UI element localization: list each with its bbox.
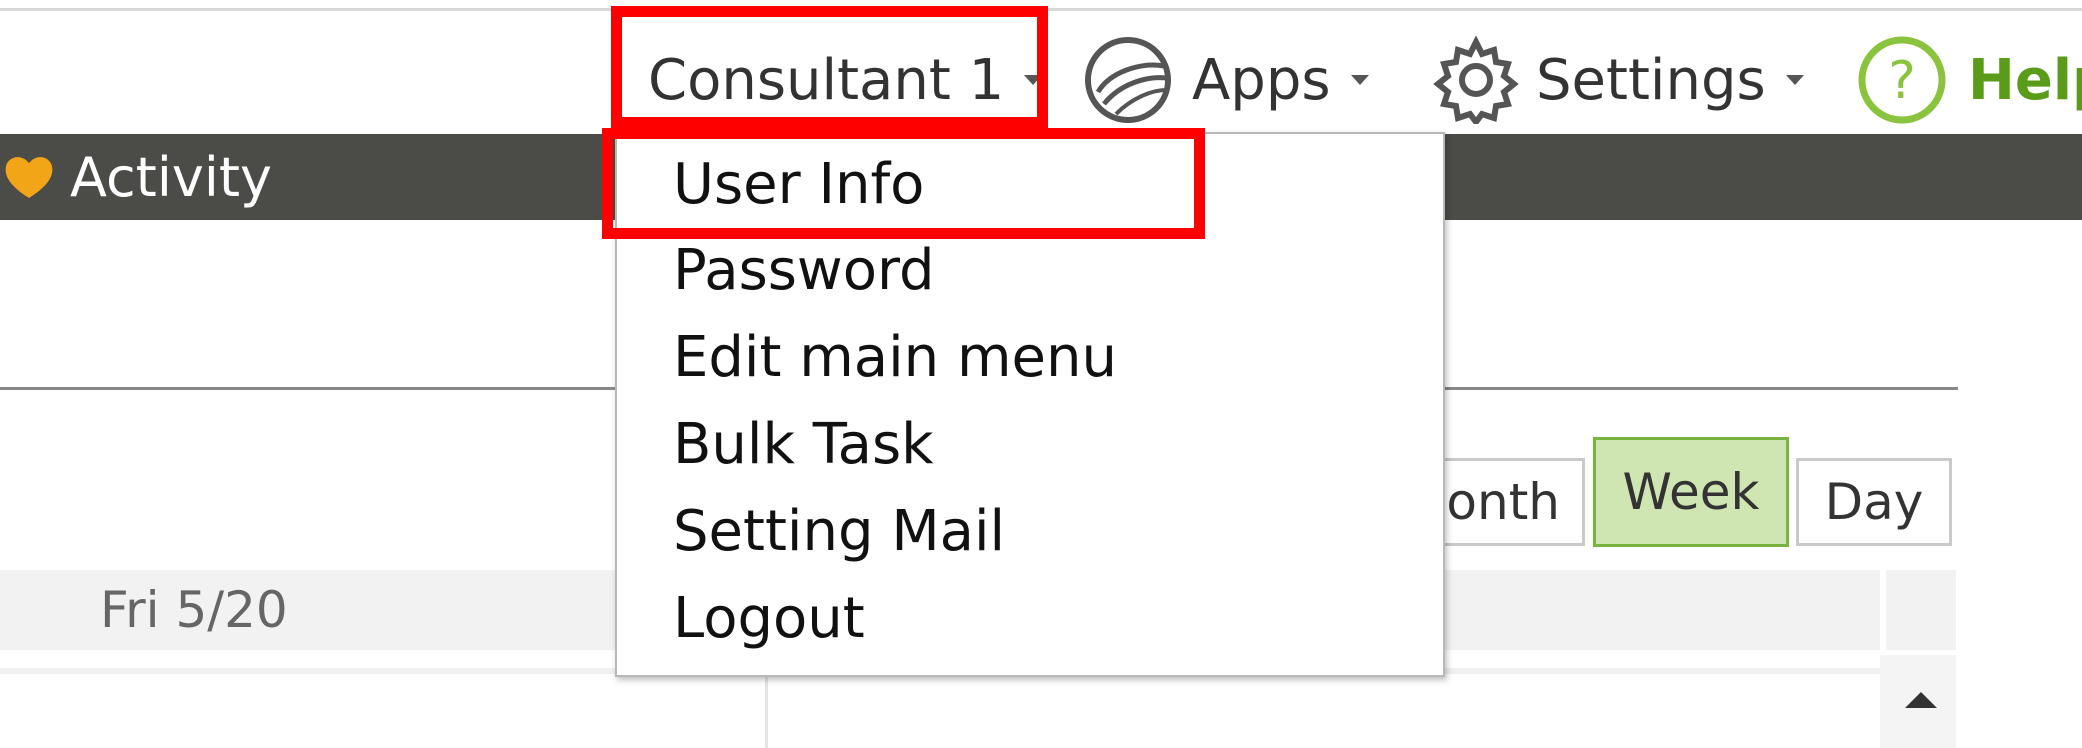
menu-item-label: Bulk Task xyxy=(673,411,934,477)
month-view-label: onth xyxy=(1446,473,1560,531)
day-header-label: Fri 5/20 xyxy=(100,581,288,639)
menu-item-label: Edit main menu xyxy=(673,324,1117,390)
month-view-button[interactable]: onth xyxy=(1440,458,1585,546)
scroll-up-arrow-icon[interactable] xyxy=(1905,692,1937,708)
menu-item-label: Setting Mail xyxy=(673,498,1006,564)
day-view-label: Day xyxy=(1824,473,1924,531)
highlight-box-user-info xyxy=(602,128,1205,239)
week-view-label: Week xyxy=(1622,463,1760,521)
highlight-box-user-menu xyxy=(611,6,1048,128)
apps-label: Apps xyxy=(1192,47,1331,113)
apps-icon xyxy=(1085,37,1171,123)
activity-label: Activity xyxy=(70,145,272,209)
help-icon: ? xyxy=(1858,36,1946,124)
day-view-button[interactable]: Day xyxy=(1796,458,1952,546)
column-divider xyxy=(765,674,768,748)
menu-item-password[interactable]: Password xyxy=(673,230,935,310)
help-button[interactable]: ? Help xyxy=(1856,36,2082,124)
week-view-button[interactable]: Week xyxy=(1593,437,1789,547)
apps-menu-button[interactable]: Apps xyxy=(1080,37,1369,123)
header-spacer xyxy=(1886,570,1956,650)
nav-item-activity[interactable]: Activity xyxy=(70,134,272,220)
help-label: Help xyxy=(1968,47,2082,113)
svg-text:?: ? xyxy=(1888,51,1916,111)
menu-item-label: Logout xyxy=(673,585,865,651)
menu-item-edit-main-menu[interactable]: Edit main menu xyxy=(673,317,1117,397)
menu-item-logout[interactable]: Logout xyxy=(673,578,865,658)
caret-down-icon xyxy=(1785,75,1804,85)
menu-item-label: Password xyxy=(673,237,935,303)
caret-down-icon xyxy=(1350,75,1369,85)
gear-icon xyxy=(1433,36,1519,124)
settings-menu-button[interactable]: Settings xyxy=(1432,36,1804,124)
menu-item-setting-mail[interactable]: Setting Mail xyxy=(673,491,1005,571)
menu-item-bulk-task[interactable]: Bulk Task xyxy=(673,404,934,484)
settings-label: Settings xyxy=(1536,47,1766,113)
activity-icon xyxy=(5,157,53,198)
